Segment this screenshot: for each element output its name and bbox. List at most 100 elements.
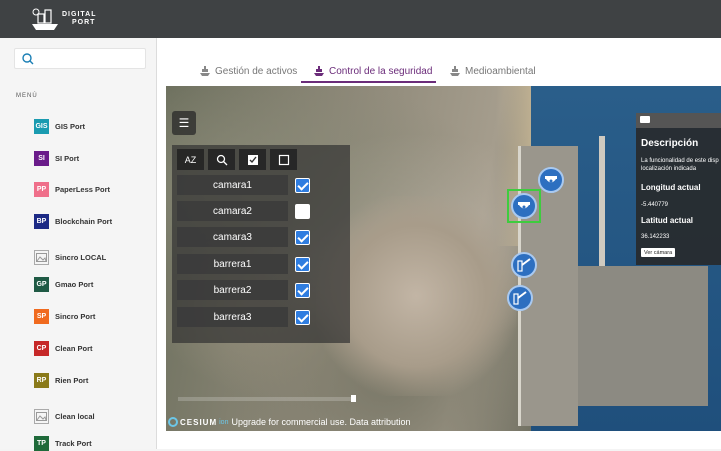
sidebar-item[interactable]: SP Sincro Port [34,308,95,324]
layer-row: camara1 [177,175,318,195]
cesium-credits: CESIUM ion Upgrade for commercial use. D… [168,415,411,429]
ship-icon [314,66,324,76]
barrier-marker[interactable] [511,252,537,278]
sidebar-item[interactable]: CP Clean Port [34,340,93,356]
sidebar-item[interactable]: GIS GIS Port [34,118,85,134]
tab-label: Gestión de activos [215,65,298,77]
layer-row: barrera3 [177,307,318,327]
popup-text-line: La funcionalidad de este disp [641,158,719,164]
empty-box-icon [278,154,289,165]
layer-checkbox[interactable] [295,256,310,272]
sidebar-item[interactable]: RP Rien Port [34,372,88,388]
scroll-thumb[interactable] [351,395,356,402]
camera-icon [518,202,530,209]
sidebar-item[interactable]: PP PaperLess Port [34,181,110,197]
top-bar: DIGITAL PORT [0,0,721,38]
layer-row: barrera2 [177,280,318,300]
sidebar-item-label: Clean Port [55,343,93,353]
sort-az-button[interactable]: AZ [177,149,204,170]
tab-medioambiental[interactable]: Medioambiental [449,62,536,80]
layer-name[interactable]: camara2 [177,201,288,221]
view-camera-button[interactable]: Ver cámara [641,248,676,257]
sidebar-item[interactable]: SI SI Port [34,150,79,166]
search-input[interactable] [14,48,146,69]
tab-label: Medioambiental [465,65,536,77]
layer-checkbox[interactable] [295,177,310,193]
sidebar-item[interactable]: Sincro LOCAL [34,249,106,265]
camera-icon [545,176,557,183]
app-badge: SP [34,308,49,324]
credits-text[interactable]: Upgrade for commercial use. Data attribu… [231,417,410,427]
hamburger-icon: ☰ [178,116,190,130]
logo-text-line2: PORT [72,19,96,26]
layer-name[interactable]: barrera1 [177,254,288,274]
tab-bar: Gestión de activos Control de la segurid… [157,38,721,86]
ship-logo-icon [32,8,58,30]
popup-header [636,113,721,128]
sidebar-item[interactable]: BP Blockchain Port [34,213,112,229]
latitude-label: Latitud actual [641,216,694,225]
map-port-terminal [578,266,708,406]
app-badge: TP [34,435,49,451]
search-icon [216,154,227,165]
sidebar-item-label: Gmao Port [55,279,94,289]
layer-checkbox[interactable] [295,229,310,245]
layer-row: barrera1 [177,254,318,274]
active-tab-indicator [301,81,436,83]
layer-name[interactable]: barrera2 [177,280,288,300]
latitude-value: 36.142233 [641,234,670,240]
sidebar-item-label: Sincro LOCAL [55,252,107,262]
app-badge: GP [34,276,49,292]
sidebar-item-label: Blockchain Port [55,216,113,226]
popup-text-line: localización indicada [641,166,697,172]
search-icon [22,53,34,65]
cesium-ion[interactable]: ion [219,419,228,426]
layer-name[interactable]: camara3 [177,227,288,247]
camera-icon [640,116,650,123]
sidebar-item[interactable]: Clean local [34,408,95,424]
barrier-icon [513,291,527,305]
layer-checkbox[interactable] [295,203,310,219]
layer-toolbar: AZ [177,149,297,170]
sidebar-item-label: Track Port [55,438,92,448]
barrier-marker[interactable] [507,285,533,311]
sidebar: MENÚ GIS GIS Port SI SI Port PP PaperLess Por… [0,38,157,451]
barrier-icon [517,258,531,272]
logo-text-line1: DIGITAL [62,11,97,18]
satellite-map[interactable]: ☰ AZ camara1 camara2 camara3 barrera1 barrer… [166,86,721,431]
sidebar-item-label: PaperLess Port [55,184,111,194]
popup-text: La funcionalidad de este disp localizaci… [641,157,719,173]
tab-control-seguridad[interactable]: Control de la seguridad [313,62,432,80]
tab-gestion-activos[interactable]: Gestión de activos [199,62,297,80]
layer-name[interactable]: camara1 [177,175,288,195]
ship-icon [450,66,460,76]
camera-marker[interactable] [538,167,564,193]
popup-title: Descripción [641,138,699,149]
checked-box-icon [247,154,258,165]
sidebar-item[interactable]: GP Gmao Port [34,276,93,292]
app-badge: GIS [34,118,49,134]
image-icon [34,249,49,265]
search-layer-button[interactable] [208,149,235,170]
uncheck-all-button[interactable] [270,149,297,170]
app-badge: BP [34,213,49,229]
layer-checkbox[interactable] [295,282,310,298]
panel-scrollbar[interactable] [178,395,356,402]
layer-row: camara3 [177,227,318,247]
description-popup: Descripción La funcionalidad de este dis… [636,113,721,265]
layer-panel: AZ camara1 camara2 camara3 barrera1 barrera2… [172,145,356,402]
digital-port-logo[interactable]: DIGITAL PORT [30,4,97,34]
app-badge: PP [34,181,49,197]
app-badge: SI [34,150,49,166]
main-area: Gestión de activos Control de la segurid… [157,38,721,449]
layer-row: camara2 [177,201,318,221]
camera-marker[interactable] [511,193,537,219]
layer-name[interactable]: barrera3 [177,307,288,327]
sidebar-item-label: Rien Port [55,375,89,385]
cesium-brand[interactable]: CESIUM [180,418,217,427]
layer-checkbox[interactable] [295,309,310,325]
check-all-button[interactable] [239,149,266,170]
app-badge: RP [34,372,49,388]
sidebar-item-label: Clean local [55,411,95,421]
layers-menu-button[interactable]: ☰ [172,111,196,135]
